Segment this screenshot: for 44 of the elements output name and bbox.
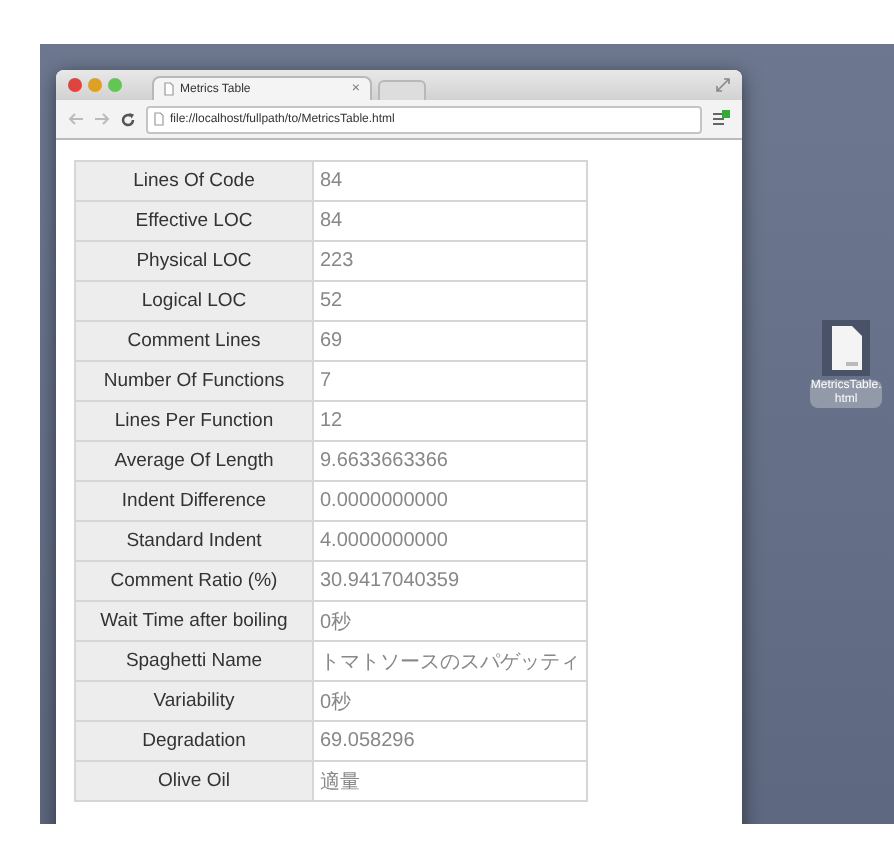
close-icon[interactable]: [68, 78, 82, 92]
metric-value: 84: [313, 201, 587, 241]
file-icon[interactable]: [822, 320, 871, 376]
metric-value: 4.0000000000: [313, 521, 587, 561]
metric-label: Number Of Functions: [75, 361, 313, 401]
metric-label: Degradation: [75, 721, 313, 761]
zoom-icon[interactable]: [108, 78, 122, 92]
metric-label: Comment Lines: [75, 321, 313, 361]
metric-value: 12: [313, 401, 587, 441]
metric-label: Physical LOC: [75, 241, 313, 281]
metric-value: 9.6633663366: [313, 441, 587, 481]
metric-label: Indent Difference: [75, 481, 313, 521]
metric-label: Lines Of Code: [75, 161, 313, 201]
reload-icon[interactable]: [120, 111, 136, 127]
metric-value: 84: [313, 161, 587, 201]
new-tab-button[interactable]: [378, 80, 426, 100]
metric-value: 0.0000000000: [313, 481, 587, 521]
minimize-icon[interactable]: [88, 78, 102, 92]
metric-value: 30.9417040359: [313, 561, 587, 601]
metric-label: Standard Indent: [75, 521, 313, 561]
metric-value: 0秒: [313, 681, 587, 721]
metric-value: 52: [313, 281, 587, 321]
metric-label: Lines Per Function: [75, 401, 313, 441]
metric-value: トマトソースのスパゲッティ: [313, 641, 587, 681]
metric-label: Wait Time after boiling: [75, 601, 313, 641]
metric-value: 223: [313, 241, 587, 281]
menu-icon[interactable]: [712, 110, 731, 128]
metric-value: 適量: [313, 761, 587, 801]
forward-icon[interactable]: [94, 112, 110, 126]
page-icon: [164, 82, 174, 96]
metric-label: Olive Oil: [75, 761, 313, 801]
metric-label: Average Of Length: [75, 441, 313, 481]
metric-value: 0秒: [313, 601, 587, 641]
metric-value: 69: [313, 321, 587, 361]
metric-label: Spaghetti Name: [75, 641, 313, 681]
metric-value: 69.058296: [313, 721, 587, 761]
page-icon: [154, 112, 164, 126]
metric-label: Variability: [75, 681, 313, 721]
metric-label: Effective LOC: [75, 201, 313, 241]
fullscreen-icon[interactable]: [716, 78, 731, 92]
metric-label: Logical LOC: [75, 281, 313, 321]
back-icon[interactable]: [68, 112, 84, 126]
metric-label: Comment Ratio (%): [75, 561, 313, 601]
metric-value: 7: [313, 361, 587, 401]
